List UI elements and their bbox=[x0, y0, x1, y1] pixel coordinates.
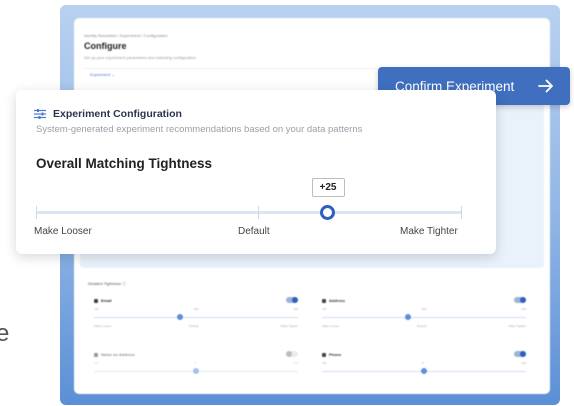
field-name-text: Name on Address bbox=[101, 352, 135, 357]
field-toggle[interactable] bbox=[514, 297, 526, 303]
field-toggle[interactable] bbox=[514, 351, 526, 357]
scale-min: -50 bbox=[322, 361, 327, 365]
tab-experiment[interactable]: Experiment ⌄ bbox=[90, 72, 115, 77]
field-name-text: Address bbox=[329, 298, 346, 303]
scale-min: -50 bbox=[94, 361, 99, 365]
field-name: Address bbox=[322, 298, 345, 303]
card-description: System-generated experiment recommendati… bbox=[36, 124, 363, 135]
scale-max: +50 bbox=[520, 361, 526, 365]
arrow-right-icon bbox=[538, 79, 553, 93]
overall-tightness-title: Overall Matching Tightness bbox=[36, 156, 213, 171]
card-title: Experiment Configuration bbox=[53, 108, 182, 120]
label-default: Default bbox=[238, 226, 270, 237]
field-toggle[interactable] bbox=[286, 351, 298, 357]
scale-mid: 0 bbox=[422, 361, 424, 365]
slider-tick-default bbox=[258, 206, 259, 219]
slider-tick-max bbox=[461, 206, 462, 219]
detailed-tightness-title: Detailed Tightness ⓘ bbox=[88, 281, 127, 286]
label-looser: Make Looser bbox=[94, 324, 112, 328]
field-slider-thumb[interactable] bbox=[176, 314, 183, 320]
field-slider-thumb[interactable] bbox=[404, 314, 411, 320]
field-toggle[interactable] bbox=[286, 297, 298, 303]
scale-min: -50 bbox=[94, 307, 99, 311]
field-name: Phone bbox=[322, 352, 341, 357]
slider-tick-min bbox=[36, 206, 37, 219]
screenshot-stage: e Identity Resolution / Experiment / Con… bbox=[0, 0, 574, 406]
label-tighter: Make Tighter bbox=[508, 324, 526, 328]
field-slider-thumb[interactable] bbox=[193, 368, 199, 374]
field-icon bbox=[94, 352, 98, 357]
label-looser: Make Looser bbox=[322, 324, 340, 328]
breadcrumb: Identity Resolution / Experiment / Confi… bbox=[84, 33, 168, 38]
field-card-address: Address -50 Def +50 Make Looser Default … bbox=[314, 294, 534, 338]
scale-mid: Def bbox=[194, 307, 199, 311]
label-make-tighter: Make Tighter bbox=[400, 226, 458, 237]
slider-track[interactable] bbox=[36, 211, 462, 214]
overall-tightness-slider[interactable] bbox=[36, 202, 462, 222]
field-name: Email bbox=[94, 298, 112, 303]
page-subtitle: Set up your experiment parameters and ma… bbox=[84, 55, 196, 60]
label-make-looser: Make Looser bbox=[34, 226, 92, 237]
field-name-text: Phone bbox=[329, 352, 342, 357]
edge-text-fragment: e bbox=[0, 320, 10, 347]
slider-value-badge: +25 bbox=[311, 178, 345, 197]
tab-bar bbox=[84, 68, 384, 82]
field-icon bbox=[322, 352, 326, 357]
field-icon bbox=[322, 298, 326, 303]
field-slider-track[interactable] bbox=[322, 317, 526, 318]
field-name-text: Email bbox=[101, 298, 112, 303]
scale-mid: 0 bbox=[194, 361, 196, 365]
field-name: Name on Address bbox=[94, 352, 135, 357]
scale-min: -50 bbox=[322, 307, 327, 311]
slider-thumb[interactable] bbox=[320, 205, 335, 220]
label-default: Default bbox=[189, 324, 199, 328]
scale-mid: Def bbox=[422, 307, 427, 311]
field-card-name-on-address: Name on Address -50 0 +50 bbox=[86, 348, 306, 392]
sliders-icon bbox=[34, 109, 46, 119]
card-header: Experiment Configuration bbox=[34, 108, 182, 120]
label-default: Default bbox=[417, 324, 427, 328]
label-tighter: Make Tighter bbox=[280, 324, 298, 328]
field-icon bbox=[94, 298, 98, 303]
scale-max: +50 bbox=[520, 307, 526, 311]
scale-max: +50 bbox=[292, 307, 298, 311]
page-title: Configure bbox=[84, 41, 127, 51]
field-slider-thumb[interactable] bbox=[421, 368, 427, 374]
experiment-configuration-card: Experiment Configuration System-generate… bbox=[16, 90, 496, 254]
scale-max: +50 bbox=[292, 361, 298, 365]
field-card-phone: Phone -50 0 +50 bbox=[314, 348, 534, 392]
field-slider-track[interactable] bbox=[94, 317, 298, 318]
field-card-email: Email -50 Def +50 Make Looser Default Ma… bbox=[86, 294, 306, 338]
